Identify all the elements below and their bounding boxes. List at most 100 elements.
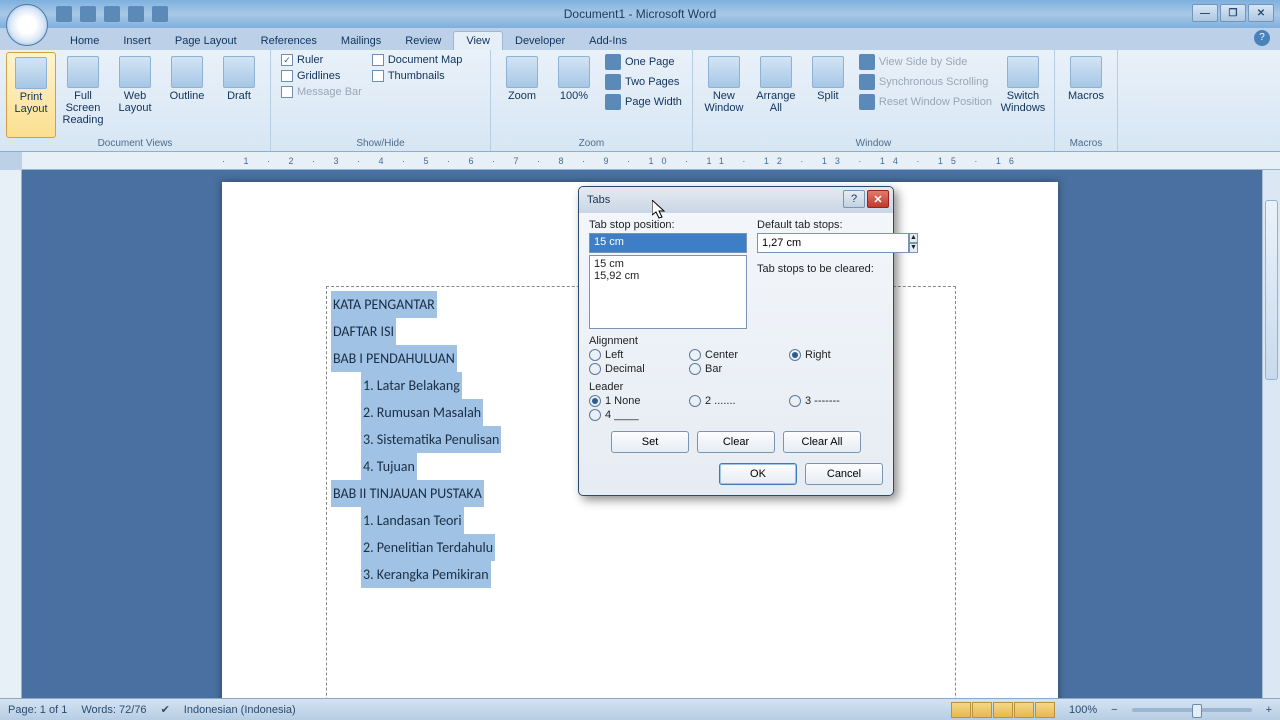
tab-view[interactable]: View (453, 31, 503, 50)
leader-radio-1-none[interactable]: 1 None (589, 395, 683, 407)
thumbnails-checkbox[interactable]: Thumbnails (368, 68, 467, 84)
split-button[interactable]: Split (803, 52, 853, 138)
radio-label: Center (705, 349, 738, 361)
close-button[interactable]: ✕ (1248, 4, 1274, 22)
two-pages-button[interactable]: Two Pages (601, 72, 686, 92)
default-tab-stops-input[interactable] (757, 233, 909, 253)
horizontal-ruler[interactable]: · 1 · 2 · 3 · 4 · 5 · 6 · 7 · 8 · 9 · 10… (22, 152, 1280, 170)
document-line[interactable]: 2. Penelitian Terdahulu (361, 534, 495, 561)
print-icon[interactable] (128, 6, 144, 22)
vertical-scrollbar[interactable] (1262, 170, 1280, 698)
document-line[interactable]: 1. Latar Belakang (361, 372, 462, 399)
zoom-level[interactable]: 100% (1069, 704, 1097, 716)
list-item[interactable]: 15 cm (594, 258, 742, 270)
group-zoom: Zoom 100% One Page Two Pages Page Width … (491, 50, 693, 151)
full-screen-view-icon[interactable] (972, 702, 992, 718)
open-icon[interactable] (152, 6, 168, 22)
page-width-button[interactable]: Page Width (601, 92, 686, 112)
document-map-checkbox[interactable]: Document Map (368, 52, 467, 68)
zoom-button[interactable]: Zoom (497, 52, 547, 138)
tab-developer[interactable]: Developer (503, 32, 577, 50)
print-layout-view-icon[interactable] (951, 702, 971, 718)
dialog-help-button[interactable]: ? (843, 190, 865, 208)
tab-stop-list[interactable]: 15 cm 15,92 cm (589, 255, 747, 329)
web-layout-button[interactable]: Web Layout (110, 52, 160, 138)
document-line[interactable]: 1. Landasan Teori (361, 507, 464, 534)
alignment-radio-bar[interactable]: Bar (689, 363, 783, 375)
radio-label: Left (605, 349, 623, 361)
vertical-ruler[interactable] (0, 170, 22, 698)
radio-icon (789, 395, 801, 407)
ruler-checkbox[interactable]: ✓Ruler (277, 52, 366, 68)
document-line[interactable]: KATA PENGANTAR (331, 291, 437, 318)
help-icon[interactable]: ? (1254, 30, 1270, 46)
scroll-thumb[interactable] (1265, 200, 1278, 380)
tab-stop-position-input[interactable]: 15 cm (589, 233, 747, 253)
tab-stop-position-label: Tab stop position: (589, 219, 747, 231)
tab-mailings[interactable]: Mailings (329, 32, 393, 50)
undo-icon[interactable] (80, 6, 96, 22)
draft-button[interactable]: Draft (214, 52, 264, 138)
leader-radio-4-[interactable]: 4 ____ (589, 409, 683, 421)
document-line[interactable]: 3. Kerangka Pemikiran (361, 561, 491, 588)
alignment-radio-left[interactable]: Left (589, 349, 683, 361)
zoom-slider[interactable] (1132, 708, 1252, 712)
sync-scroll-icon (859, 74, 875, 90)
one-page-button[interactable]: One Page (601, 52, 686, 72)
alignment-radio-right[interactable]: Right (789, 349, 883, 361)
switch-windows-icon (1007, 56, 1039, 88)
document-line[interactable]: DAFTAR ISI (331, 318, 396, 345)
print-layout-button[interactable]: Print Layout (6, 52, 56, 138)
maximize-button[interactable]: ❐ (1220, 4, 1246, 22)
dialog-title-bar[interactable]: Tabs ? ✕ (579, 187, 893, 213)
office-button[interactable] (6, 4, 48, 46)
outline-view-icon[interactable] (1014, 702, 1034, 718)
status-language[interactable]: Indonesian (Indonesia) (184, 704, 296, 716)
default-tab-stops-spinner[interactable]: ▲▼ (757, 233, 883, 253)
document-line[interactable]: BAB I PENDAHULUAN (331, 345, 457, 372)
set-button[interactable]: Set (611, 431, 689, 453)
draft-view-icon[interactable] (1035, 702, 1055, 718)
web-layout-view-icon[interactable] (993, 702, 1013, 718)
save-icon[interactable] (56, 6, 72, 22)
outline-button[interactable]: Outline (162, 52, 212, 138)
leader-radio-3-[interactable]: 3 ------- (789, 395, 883, 407)
clear-button[interactable]: Clear (697, 431, 775, 453)
reset-window-position-button: Reset Window Position (855, 92, 996, 112)
redo-icon[interactable] (104, 6, 120, 22)
ok-button[interactable]: OK (719, 463, 797, 485)
tab-add-ins[interactable]: Add-Ins (577, 32, 639, 50)
spin-up-icon[interactable]: ▲ (909, 233, 918, 243)
minimize-button[interactable]: — (1192, 4, 1218, 22)
tab-references[interactable]: References (249, 32, 329, 50)
full-screen-reading-button[interactable]: Full Screen Reading (58, 52, 108, 138)
tab-review[interactable]: Review (393, 32, 453, 50)
macros-button[interactable]: Macros (1061, 52, 1111, 138)
switch-windows-button[interactable]: Switch Windows (998, 52, 1048, 138)
spin-down-icon[interactable]: ▼ (909, 243, 918, 253)
arrange-all-button[interactable]: Arrange All (751, 52, 801, 138)
tab-home[interactable]: Home (58, 32, 111, 50)
tab-page-layout[interactable]: Page Layout (163, 32, 249, 50)
zoom-out-button[interactable]: − (1111, 704, 1117, 716)
dialog-close-button[interactable]: ✕ (867, 190, 889, 208)
status-proofing-icon[interactable]: ✔ (161, 703, 170, 716)
status-page[interactable]: Page: 1 of 1 (8, 704, 67, 716)
new-window-button[interactable]: New Window (699, 52, 749, 138)
cancel-button[interactable]: Cancel (805, 463, 883, 485)
alignment-radio-decimal[interactable]: Decimal (589, 363, 683, 375)
document-line[interactable]: 2. Rumusan Masalah (361, 399, 483, 426)
clear-all-button[interactable]: Clear All (783, 431, 861, 453)
status-words[interactable]: Words: 72/76 (81, 704, 146, 716)
zoom-100-button[interactable]: 100% (549, 52, 599, 138)
tabs-dialog: Tabs ? ✕ Tab stop position: 15 cm 15 cm … (578, 186, 894, 496)
document-line[interactable]: 4. Tujuan (361, 453, 417, 480)
list-item[interactable]: 15,92 cm (594, 270, 742, 282)
leader-radio-2-[interactable]: 2 ....... (689, 395, 783, 407)
gridlines-checkbox[interactable]: Gridlines (277, 68, 366, 84)
alignment-radio-center[interactable]: Center (689, 349, 783, 361)
zoom-in-button[interactable]: + (1266, 704, 1272, 716)
document-line[interactable]: BAB II TINJAUAN PUSTAKA (331, 480, 484, 507)
tab-insert[interactable]: Insert (111, 32, 163, 50)
document-line[interactable]: 3. Sistematika Penulisan (361, 426, 501, 453)
